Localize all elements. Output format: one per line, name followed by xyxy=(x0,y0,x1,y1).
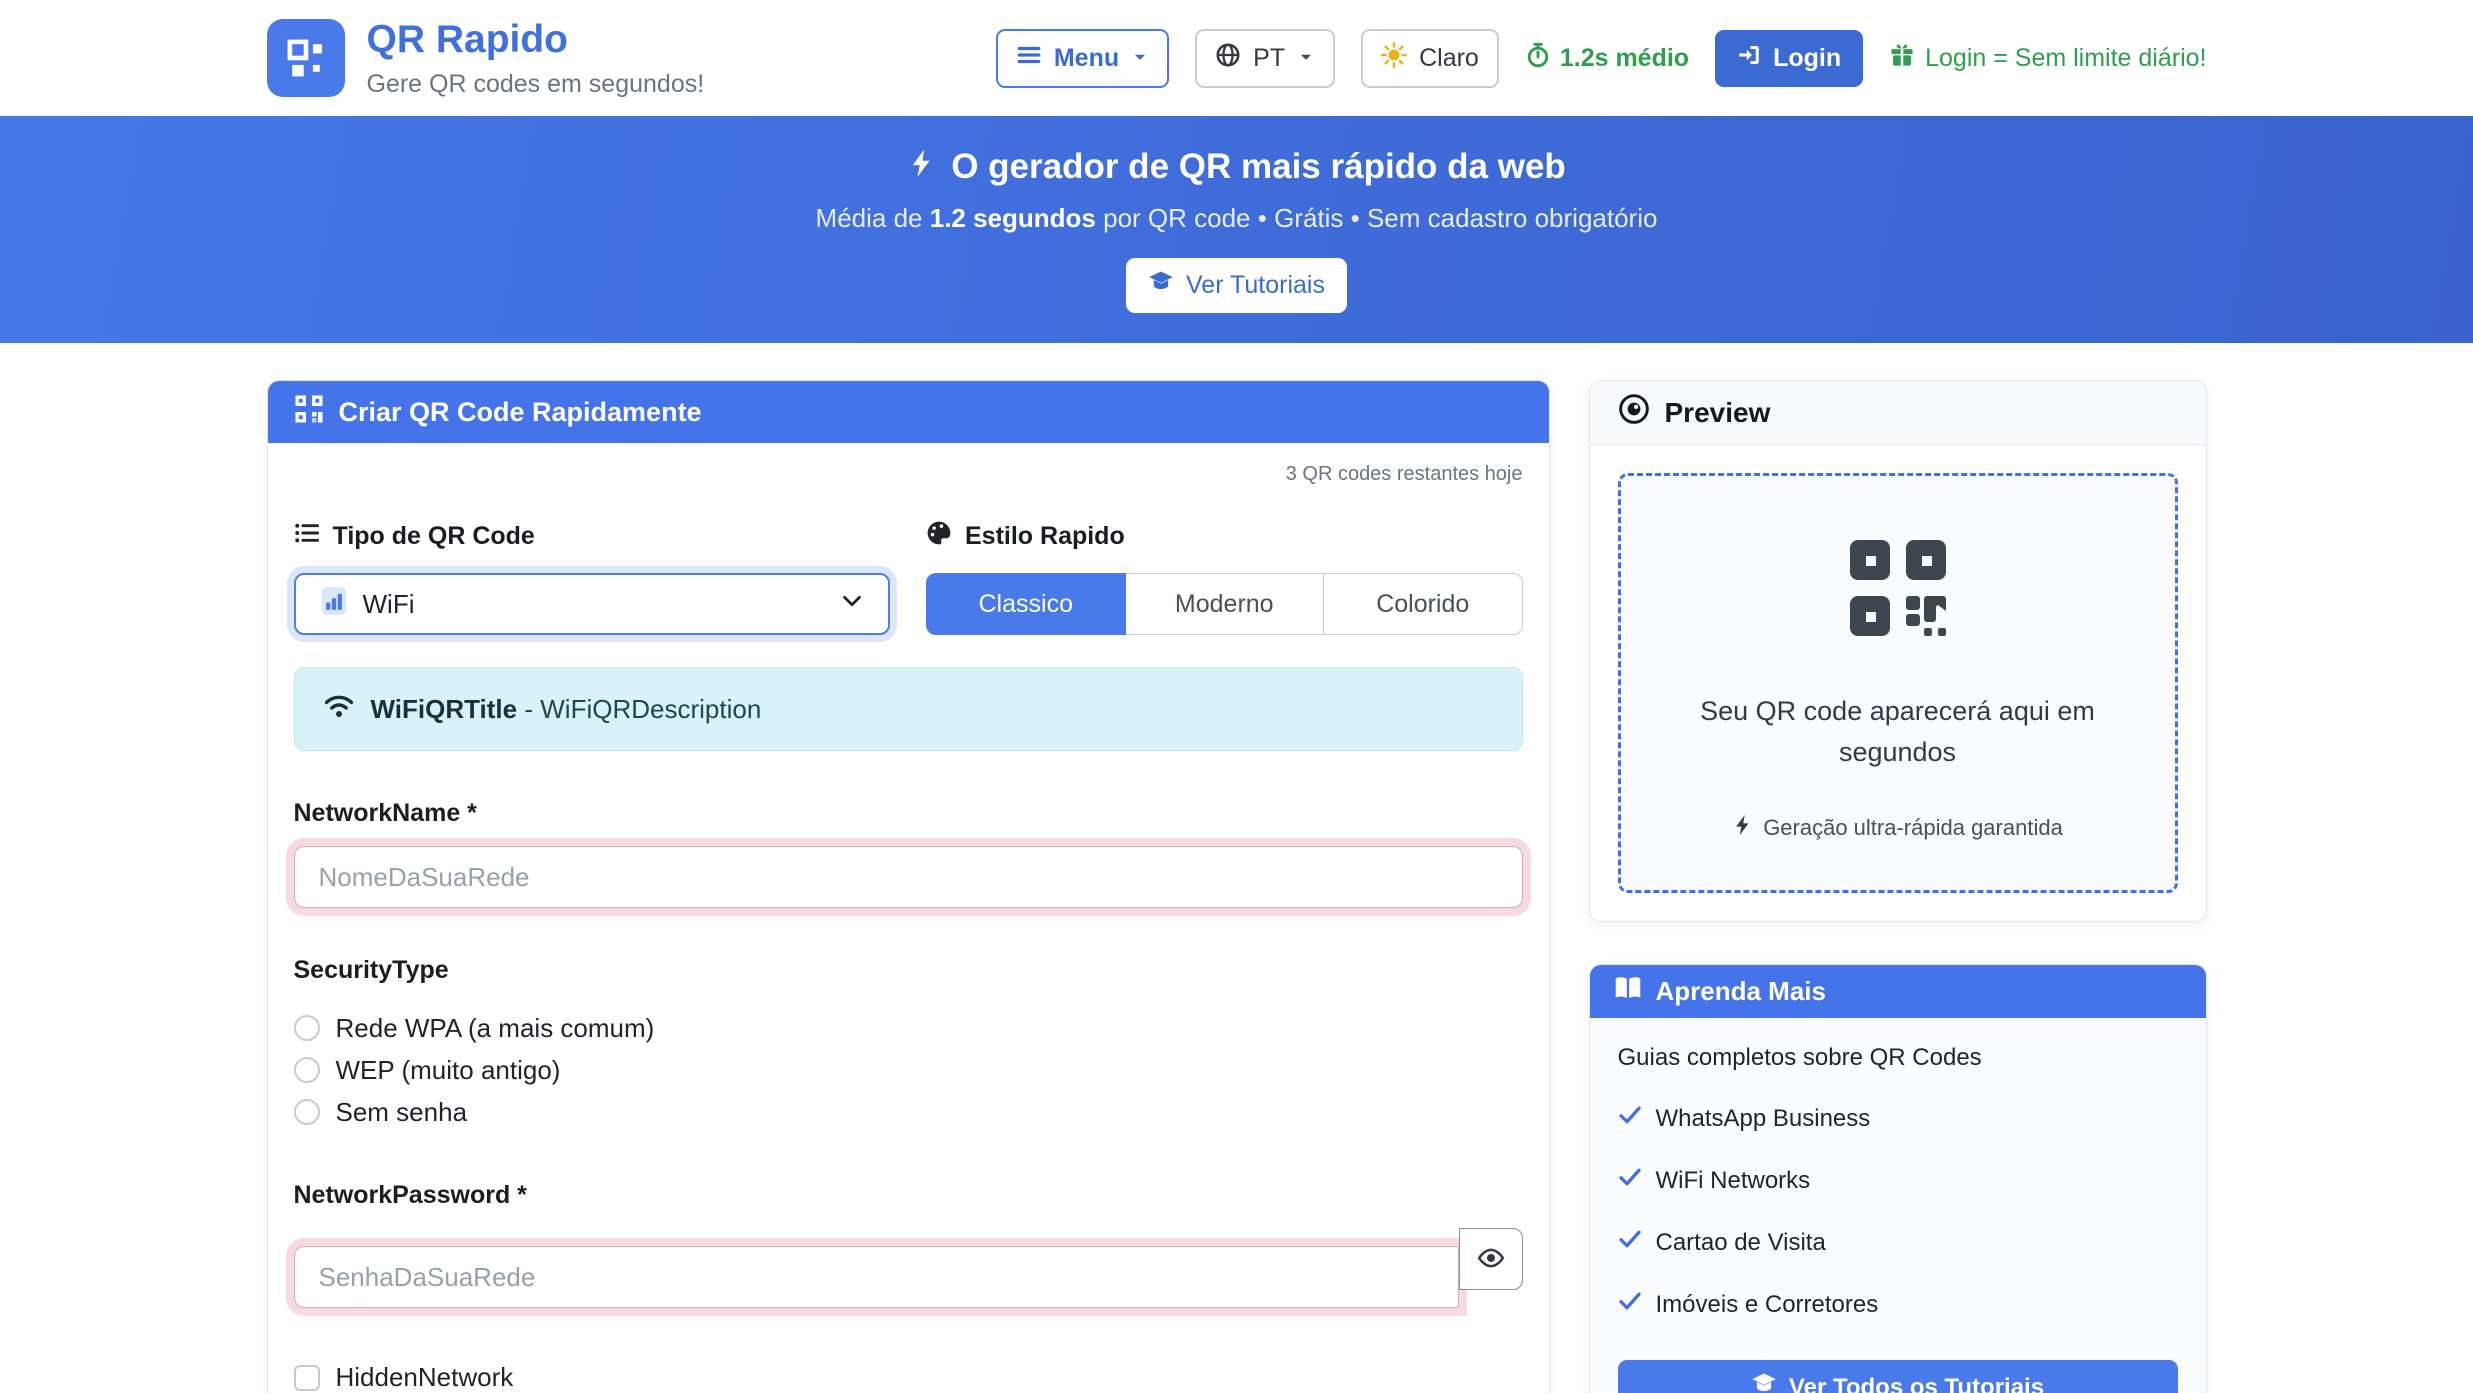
list-icon xyxy=(294,520,320,553)
security-type-options: Rede WPA (a mais comum) WEP (muito antig… xyxy=(294,1007,1523,1133)
qr-type-value: WiFi xyxy=(363,589,415,620)
security-type-label: SecurityType xyxy=(294,956,1523,985)
brand: QR Rapido Gere QR codes em segundos! xyxy=(267,18,705,99)
page: QR Rapido Gere QR codes em segundos! Men… xyxy=(0,0,2473,1393)
hidden-network-label: HiddenNetwork xyxy=(336,1362,514,1393)
hero-title: O gerador de QR mais rápido da web xyxy=(907,147,1566,187)
style-option-moderno[interactable]: Moderno xyxy=(1126,573,1325,635)
wifi-info-alert: WiFiQRTitle - WiFiQRDescription xyxy=(294,667,1523,751)
check-icon xyxy=(1618,1289,1642,1320)
network-name-input[interactable] xyxy=(294,846,1523,908)
lightning-icon xyxy=(1732,814,1754,842)
top-actions: Menu PT Claro 1.2s médio xyxy=(996,29,2207,88)
preview-note: Geração ultra-rápida garantida xyxy=(1649,814,2147,842)
app-logo-icon xyxy=(267,19,345,97)
style-label: Estilo Rapido xyxy=(926,520,1523,553)
eye-icon xyxy=(1476,1243,1506,1276)
radio-option-wpa[interactable]: Rede WPA (a mais comum) xyxy=(294,1007,1523,1049)
stopwatch-icon xyxy=(1525,42,1551,75)
generator-card-header: Criar QR Code Rapidamente xyxy=(268,381,1549,443)
signal-bars-icon xyxy=(320,587,348,622)
login-benefit: Login = Sem limite diário! xyxy=(1889,42,2206,75)
graduation-cap-icon xyxy=(1751,1371,1777,1393)
learn-more-card: Aprenda Mais Guias completos sobre QR Co… xyxy=(1589,964,2207,1393)
eye-icon xyxy=(1618,393,1650,432)
chevron-down-icon xyxy=(840,589,864,620)
network-name-label: NetworkName * xyxy=(294,799,1523,828)
sun-icon xyxy=(1381,42,1407,75)
learn-item-whatsapp: WhatsApp Business xyxy=(1618,1103,2178,1134)
preview-card-header: Preview xyxy=(1590,381,2206,445)
learn-subtitle: Guias completos sobre QR Codes xyxy=(1618,1044,2178,1072)
password-input-group xyxy=(294,1228,1523,1308)
main-content: Criar QR Code Rapidamente 3 QR codes res… xyxy=(267,380,2207,1393)
checkbox-control[interactable] xyxy=(294,1365,320,1391)
preview-card: Preview Seu QR code aparecerá aqui em se… xyxy=(1589,380,2207,922)
quota-note: 3 QR codes restantes hoje xyxy=(294,463,1523,486)
palette-icon xyxy=(926,520,952,553)
language-button[interactable]: PT xyxy=(1195,29,1335,88)
qr-generator-card: Criar QR Code Rapidamente 3 QR codes res… xyxy=(267,380,1550,1393)
app-title: QR Rapido xyxy=(367,18,705,62)
style-option-classico[interactable]: Classico xyxy=(926,573,1126,635)
qr-type-label: Tipo de QR Code xyxy=(294,520,891,553)
globe-icon xyxy=(1215,42,1241,75)
radio-control[interactable] xyxy=(294,1057,320,1083)
menu-button[interactable]: Menu xyxy=(996,29,1169,88)
hidden-network-checkbox[interactable]: HiddenNetwork xyxy=(294,1362,1523,1393)
info-title: WiFiQRTitle xyxy=(371,694,518,724)
info-description: WiFiQRDescription xyxy=(540,694,761,724)
check-icon xyxy=(1618,1227,1642,1258)
sidebar: Preview Seu QR code aparecerá aqui em se… xyxy=(1589,380,2207,1393)
network-password-input[interactable] xyxy=(294,1246,1459,1308)
check-icon xyxy=(1618,1103,1642,1134)
view-all-tutorials-button[interactable]: Ver Todos os Tutoriais xyxy=(1618,1360,2178,1393)
learn-item-cartao: Cartao de Visita xyxy=(1618,1227,2178,1258)
radio-option-wep[interactable]: WEP (muito antigo) xyxy=(294,1049,1523,1091)
speed-badge: 1.2s médio xyxy=(1525,42,1689,75)
toggle-password-button[interactable] xyxy=(1459,1228,1523,1290)
generator-title: Criar QR Code Rapidamente xyxy=(339,397,702,428)
style-button-group: Classico Moderno Colorido xyxy=(926,573,1523,635)
style-option-colorido[interactable]: Colorido xyxy=(1324,573,1523,635)
view-tutorials-button[interactable]: Ver Tutoriais xyxy=(1126,258,1347,313)
caret-down-icon xyxy=(1131,44,1149,73)
qr-code-icon xyxy=(1848,625,1948,642)
hamburger-icon xyxy=(1016,42,1042,75)
network-password-label: NetworkPassword * xyxy=(294,1181,1523,1210)
wifi-icon xyxy=(323,690,355,729)
qr-grid-icon xyxy=(294,394,324,431)
info-separator: - xyxy=(524,694,533,724)
gift-icon xyxy=(1889,42,1915,75)
preview-title: Preview xyxy=(1665,397,1771,429)
learn-card-header: Aprenda Mais xyxy=(1590,965,2206,1018)
hero-subtitle: Média de 1.2 segundos por QR code • Grát… xyxy=(816,203,1658,234)
hero-banner: O gerador de QR mais rápido da web Média… xyxy=(0,116,2473,343)
top-bar: QR Rapido Gere QR codes em segundos! Men… xyxy=(0,0,2473,116)
lightning-icon xyxy=(907,147,937,187)
login-button[interactable]: Login xyxy=(1715,30,1863,87)
qr-preview-placeholder: Seu QR code aparecerá aqui em segundos G… xyxy=(1618,473,2178,893)
caret-down-icon xyxy=(1297,44,1315,73)
learn-item-wifi: WiFi Networks xyxy=(1618,1165,2178,1196)
login-icon xyxy=(1737,43,1761,74)
radio-control[interactable] xyxy=(294,1099,320,1125)
radio-option-no-password[interactable]: Sem senha xyxy=(294,1091,1523,1133)
learn-item-imoveis: Imóveis e Corretores xyxy=(1618,1289,2178,1320)
graduation-cap-icon xyxy=(1148,269,1174,302)
qr-type-select[interactable]: WiFi xyxy=(294,573,891,635)
check-icon xyxy=(1618,1165,1642,1196)
radio-control[interactable] xyxy=(294,1015,320,1041)
book-icon xyxy=(1614,974,1642,1009)
theme-button[interactable]: Claro xyxy=(1361,29,1499,88)
learn-title: Aprenda Mais xyxy=(1656,976,1827,1007)
app-tagline: Gere QR codes em segundos! xyxy=(367,70,705,99)
preview-placeholder-text: Seu QR code aparecerá aqui em segundos xyxy=(1649,691,2147,772)
